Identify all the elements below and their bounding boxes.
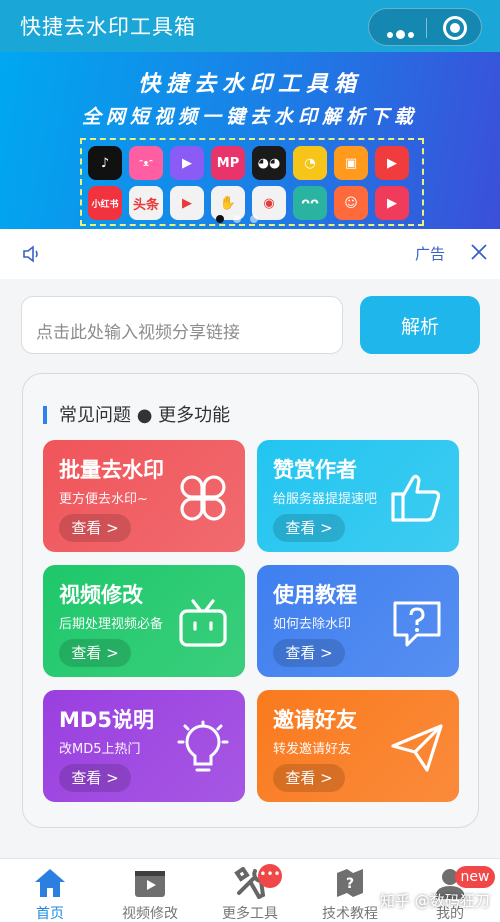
feature-card-title: 使用教程 xyxy=(273,583,357,607)
thumbs-up-icon xyxy=(387,468,447,528)
haokan-icon: ▶ xyxy=(375,186,409,220)
tab-video-edit[interactable]: 视频修改 xyxy=(100,859,200,922)
view-button[interactable]: 查看 > xyxy=(59,764,131,792)
close-target-icon[interactable] xyxy=(443,16,467,40)
ad-notice-bar: 广告 xyxy=(0,229,500,279)
carousel-dot[interactable] xyxy=(250,215,258,223)
view-button[interactable]: 查看 > xyxy=(59,639,131,667)
feature-card-subtitle: 改MD5上热门 xyxy=(59,742,141,757)
mp-icon: MP xyxy=(211,146,245,180)
tv-icon xyxy=(173,593,233,653)
feature-card-subtitle: 更方便去水印~ xyxy=(59,492,148,507)
pipixia-icon: ᵔᴥᵔ xyxy=(129,146,163,180)
carousel-dots xyxy=(216,208,267,227)
feature-card-title: 赞赏作者 xyxy=(273,458,357,482)
view-button[interactable]: 查看 > xyxy=(273,639,345,667)
carousel-dot[interactable] xyxy=(216,215,224,223)
watermark: 知乎 @数码狂刀 xyxy=(380,892,490,910)
view-button[interactable]: 查看 > xyxy=(59,514,131,542)
xiaoying-icon: ◕◕ xyxy=(252,146,286,180)
tab-label: 首页 xyxy=(36,906,64,922)
xiaohongshu-icon: 小红书 xyxy=(88,186,122,220)
feature-card-title: MD5说明 xyxy=(59,708,154,732)
feature-card[interactable]: 视频修改后期处理视频必备查看 > xyxy=(43,565,245,677)
title-bar: 快捷去水印工具箱 xyxy=(0,0,500,52)
feature-card-subtitle: 如何去除水印 xyxy=(273,617,352,632)
owl-icon: ᴖᴖ xyxy=(293,186,327,220)
banner-title: 快捷去水印工具箱 xyxy=(137,71,362,97)
feature-card[interactable]: MD5说明改MD5上热门查看 > xyxy=(43,690,245,802)
tutorial-icon: ? xyxy=(333,867,367,899)
send-icon xyxy=(387,718,447,778)
more-options-icon[interactable] xyxy=(387,23,417,39)
video-play-icon: ▶ xyxy=(170,146,204,180)
face-icon: ☺ xyxy=(334,186,368,220)
home-icon xyxy=(33,867,67,899)
close-icon[interactable] xyxy=(470,243,488,261)
view-button[interactable]: 查看 > xyxy=(273,764,345,792)
kuaishou-icon: ▣ xyxy=(334,146,368,180)
capsule-divider xyxy=(426,18,427,38)
feature-card[interactable]: 邀请好友转发邀请好友查看 > xyxy=(257,690,459,802)
feature-card-subtitle: 给服务器提提速吧 xyxy=(273,492,378,507)
weibo-video-icon: ▶ xyxy=(170,186,204,220)
help-bubble-icon xyxy=(387,593,447,653)
feature-card[interactable]: 使用教程如何去除水印查看 > xyxy=(257,565,459,677)
tab-label: 视频修改 xyxy=(122,906,178,922)
section-heading: 常见问题 ● 更多功能 xyxy=(43,401,230,427)
mini-program-capsule xyxy=(368,8,482,46)
new-badge: new xyxy=(455,866,495,888)
tools-badge: ••• xyxy=(258,864,282,888)
parse-button[interactable]: 解析 xyxy=(360,296,480,354)
view-button[interactable]: 查看 > xyxy=(273,514,345,542)
clover-icon xyxy=(173,468,233,528)
douyin-icon: ♪ xyxy=(88,146,122,180)
bulb-icon xyxy=(173,718,233,778)
feature-card[interactable]: 赞赏作者给服务器提提速吧查看 > xyxy=(257,440,459,552)
feature-card-title: 邀请好友 xyxy=(273,708,357,732)
tab-home[interactable]: 首页 xyxy=(0,859,100,922)
section-heading-text: 常见问题 ● 更多功能 xyxy=(59,405,231,426)
carousel-dot[interactable] xyxy=(233,215,241,223)
promo-banner[interactable]: 快捷去水印工具箱 全网短视频一键去水印解析下载 ♪ ᵔᴥᵔ ▶ MP ◕◕ ◔ ▣ ▶ 小红书头… xyxy=(0,52,500,229)
feature-card-subtitle: 后期处理视频必备 xyxy=(59,617,164,632)
feature-card[interactable]: 批量去水印更方便去水印~ 查看 > xyxy=(43,440,245,552)
toutiao-icon: 头条 xyxy=(129,186,163,220)
share-link-input[interactable] xyxy=(21,296,343,354)
app-title: 快捷去水印工具箱 xyxy=(20,15,196,39)
feature-card-title: 视频修改 xyxy=(59,583,143,607)
xigua-icon: ▶ xyxy=(375,146,409,180)
video-icon xyxy=(133,867,167,899)
svg-text:?: ? xyxy=(346,876,354,892)
banner-subtitle: 全网短视频一键去水印解析下载 xyxy=(81,106,418,128)
tab-label: 更多工具 xyxy=(222,906,278,922)
speaker-icon xyxy=(23,245,38,263)
feature-card-title: 批量去水印 xyxy=(59,458,164,482)
weishi-icon: ◔ xyxy=(293,146,327,180)
feature-card-subtitle: 转发邀请好友 xyxy=(273,742,352,757)
ad-label: 广告 xyxy=(415,245,446,263)
tab-more-tools[interactable]: 更多工具 xyxy=(200,859,300,922)
